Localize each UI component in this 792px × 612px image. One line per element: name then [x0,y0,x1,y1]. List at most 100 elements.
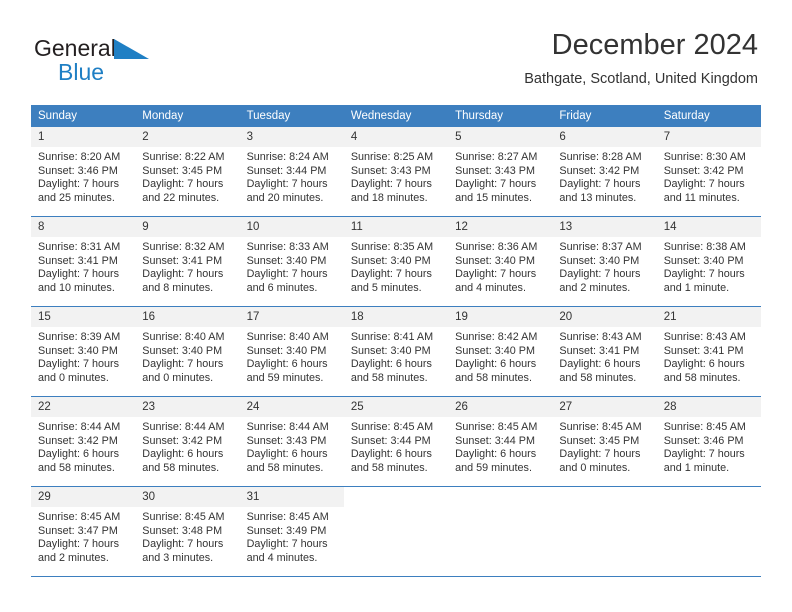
day-details: Sunrise: 8:45 AM Sunset: 3:46 PM Daylight:… [657,417,761,475]
sunset-time: Sunset: 3:40 PM [246,254,327,267]
day-details: Sunrise: 8:36 AM Sunset: 3:40 PM Daylight:… [448,237,552,295]
calendar-body: 1 Sunrise: 8:20 AM Sunset: 3:46 PM Daylight… [31,127,761,577]
day-details: Sunrise: 8:44 AM Sunset: 3:42 PM Daylight:… [31,417,135,475]
day-details: Sunrise: 8:45 AM Sunset: 3:45 PM Daylight:… [552,417,656,475]
calendar-day[interactable]: 31 Sunrise: 8:45 AM Sunset: 3:49 PM Dayligh… [239,487,344,577]
calendar-day[interactable]: 2 Sunrise: 8:22 AM Sunset: 3:45 PM Daylight… [135,127,240,217]
day-number: 24 [239,397,344,417]
calendar-day[interactable]: 4 Sunrise: 8:25 AM Sunset: 3:43 PM Daylight… [343,127,449,217]
sunset-time: Sunset: 3:42 PM [38,434,118,447]
brand-name-general: General [34,35,116,61]
daylight-duration-line2: and 25 minutes. [38,191,115,204]
daylight-duration-line1: Daylight: 7 hours [38,178,120,191]
calendar-day[interactable]: 25 Sunrise: 8:45 AM Sunset: 3:44 PM Dayligh… [343,397,449,487]
sunrise-time: Sunrise: 8:38 AM [663,241,746,253]
calendar-day-cell: 20 Sunrise: 8:43 AM Sunset: 3:41 PM Dayligh… [552,307,657,397]
calendar-day[interactable]: 18 Sunrise: 8:41 AM Sunset: 3:40 PM Dayligh… [343,307,449,397]
daylight-duration-line2: and 10 minutes. [38,281,115,294]
calendar-week-row: 1 Sunrise: 8:20 AM Sunset: 3:46 PM Daylight… [31,127,761,217]
sunrise-time: Sunrise: 8:20 AM [38,151,121,163]
sunrise-time: Sunrise: 8:45 AM [559,421,642,433]
day-details: Sunrise: 8:38 AM Sunset: 3:40 PM Daylight:… [657,237,761,295]
calendar-day[interactable]: 15 Sunrise: 8:39 AM Sunset: 3:40 PM Dayligh… [31,307,136,397]
sunrise-time: Sunrise: 8:40 AM [142,331,225,343]
page-header: General Blue December 2024 Bathgate, Sco… [34,28,758,98]
daylight-duration-line1: Daylight: 6 hours [38,448,120,461]
sunset-time: Sunset: 3:49 PM [246,524,327,537]
day-details: Sunrise: 8:40 AM Sunset: 3:40 PM Daylight:… [135,327,239,385]
sunset-time: Sunset: 3:46 PM [663,434,744,447]
day-number: 10 [239,217,344,237]
day-details: Sunrise: 8:45 AM Sunset: 3:47 PM Daylight:… [31,507,135,565]
calendar-day[interactable]: 7 Sunrise: 8:30 AM Sunset: 3:42 PM Daylight… [656,127,761,217]
calendar-day[interactable]: 29 Sunrise: 8:45 AM Sunset: 3:47 PM Dayligh… [31,487,136,577]
daylight-duration-line2: and 20 minutes. [246,191,324,204]
calendar-week-row: 22 Sunrise: 8:44 AM Sunset: 3:42 PM Dayligh… [31,397,761,487]
day-number: 28 [656,397,761,417]
sunrise-time: Sunrise: 8:42 AM [455,331,538,343]
calendar-day[interactable]: 26 Sunrise: 8:45 AM Sunset: 3:44 PM Dayligh… [448,397,553,487]
calendar-day[interactable]: 14 Sunrise: 8:38 AM Sunset: 3:40 PM Dayligh… [656,217,761,307]
day-number [343,487,449,495]
calendar-day[interactable]: 6 Sunrise: 8:28 AM Sunset: 3:42 PM Daylight… [552,127,657,217]
daylight-duration-line1: Daylight: 7 hours [663,178,745,191]
day-details: Sunrise: 8:45 AM Sunset: 3:44 PM Daylight:… [448,417,552,475]
daylight-duration-line1: Daylight: 7 hours [142,178,224,191]
calendar-day[interactable]: 17 Sunrise: 8:40 AM Sunset: 3:40 PM Dayligh… [239,307,344,397]
calendar-day[interactable]: 5 Sunrise: 8:27 AM Sunset: 3:43 PM Daylight… [448,127,553,217]
sunset-time: Sunset: 3:42 PM [663,164,744,177]
calendar-day-cell: 15 Sunrise: 8:39 AM Sunset: 3:40 PM Dayligh… [31,307,136,397]
day-details: Sunrise: 8:20 AM Sunset: 3:46 PM Daylight:… [31,147,135,205]
calendar-day[interactable]: 12 Sunrise: 8:36 AM Sunset: 3:40 PM Dayligh… [448,217,553,307]
daylight-duration-line1: Daylight: 7 hours [559,268,641,281]
calendar-day[interactable]: 21 Sunrise: 8:43 AM Sunset: 3:41 PM Dayligh… [656,307,761,397]
daylight-duration-line2: and 59 minutes. [455,461,532,474]
calendar-day-cell: 25 Sunrise: 8:45 AM Sunset: 3:44 PM Dayligh… [343,397,449,487]
calendar-day[interactable]: 27 Sunrise: 8:45 AM Sunset: 3:45 PM Dayligh… [552,397,657,487]
calendar-day[interactable]: 22 Sunrise: 8:44 AM Sunset: 3:42 PM Dayligh… [31,397,136,487]
calendar-day[interactable]: 23 Sunrise: 8:44 AM Sunset: 3:42 PM Dayligh… [135,397,240,487]
day-details: Sunrise: 8:45 AM Sunset: 3:49 PM Daylight:… [240,507,344,565]
calendar-day[interactable]: 11 Sunrise: 8:35 AM Sunset: 3:40 PM Dayligh… [343,217,449,307]
daylight-duration-line2: and 6 minutes. [246,281,318,294]
calendar-day[interactable]: 8 Sunrise: 8:31 AM Sunset: 3:41 PM Daylight… [31,217,136,307]
calendar-day[interactable]: 19 Sunrise: 8:42 AM Sunset: 3:40 PM Dayligh… [448,307,553,397]
sunrise-time: Sunrise: 8:44 AM [246,421,329,433]
calendar-day-cell: 5 Sunrise: 8:27 AM Sunset: 3:43 PM Daylight… [448,127,553,217]
daylight-duration-line1: Daylight: 7 hours [246,268,328,281]
day-number: 21 [656,307,761,327]
calendar-day[interactable]: 10 Sunrise: 8:33 AM Sunset: 3:40 PM Dayligh… [239,217,344,307]
day-details: Sunrise: 8:25 AM Sunset: 3:43 PM Daylight:… [344,147,448,205]
calendar-day-cell: 1 Sunrise: 8:20 AM Sunset: 3:46 PM Daylight… [31,127,136,217]
calendar-day[interactable]: 16 Sunrise: 8:40 AM Sunset: 3:40 PM Dayligh… [135,307,240,397]
day-number: 27 [552,397,657,417]
day-number: 14 [656,217,761,237]
day-details: Sunrise: 8:30 AM Sunset: 3:42 PM Daylight:… [657,147,761,205]
calendar-day[interactable]: 9 Sunrise: 8:32 AM Sunset: 3:41 PM Daylight… [135,217,240,307]
sunset-time: Sunset: 3:40 PM [350,254,431,267]
daylight-duration-line2: and 15 minutes. [455,191,532,204]
daylight-duration-line1: Daylight: 6 hours [455,448,537,461]
daylight-duration-line1: Daylight: 6 hours [246,448,328,461]
daylight-duration-line2: and 58 minutes. [663,371,741,384]
brand-logo[interactable]: General Blue [34,36,214,92]
sunset-time: Sunset: 3:43 PM [246,434,327,447]
calendar-day-cell [448,487,553,577]
calendar-header-row: Sunday Monday Tuesday Wednesday Thursday… [31,105,761,127]
daylight-duration-line1: Daylight: 7 hours [246,538,328,551]
calendar-day[interactable]: 20 Sunrise: 8:43 AM Sunset: 3:41 PM Dayligh… [552,307,657,397]
sunset-time: Sunset: 3:41 PM [142,254,223,267]
sunrise-time: Sunrise: 8:30 AM [663,151,746,163]
sunset-time: Sunset: 3:40 PM [455,344,535,357]
calendar-day[interactable]: 13 Sunrise: 8:37 AM Sunset: 3:40 PM Dayligh… [552,217,657,307]
calendar-day[interactable]: 1 Sunrise: 8:20 AM Sunset: 3:46 PM Daylight… [31,127,136,217]
calendar-day[interactable]: 28 Sunrise: 8:45 AM Sunset: 3:46 PM Dayligh… [656,397,761,487]
sunrise-time: Sunrise: 8:36 AM [455,241,538,253]
sunrise-time: Sunrise: 8:43 AM [663,331,746,343]
day-number: 1 [31,127,136,147]
calendar-day[interactable]: 30 Sunrise: 8:45 AM Sunset: 3:48 PM Dayligh… [135,487,240,577]
sunrise-time: Sunrise: 8:24 AM [246,151,329,163]
daylight-duration-line2: and 1 minute. [663,461,730,474]
calendar-day[interactable]: 3 Sunrise: 8:24 AM Sunset: 3:44 PM Daylight… [239,127,344,217]
calendar-day[interactable]: 24 Sunrise: 8:44 AM Sunset: 3:43 PM Dayligh… [239,397,344,487]
